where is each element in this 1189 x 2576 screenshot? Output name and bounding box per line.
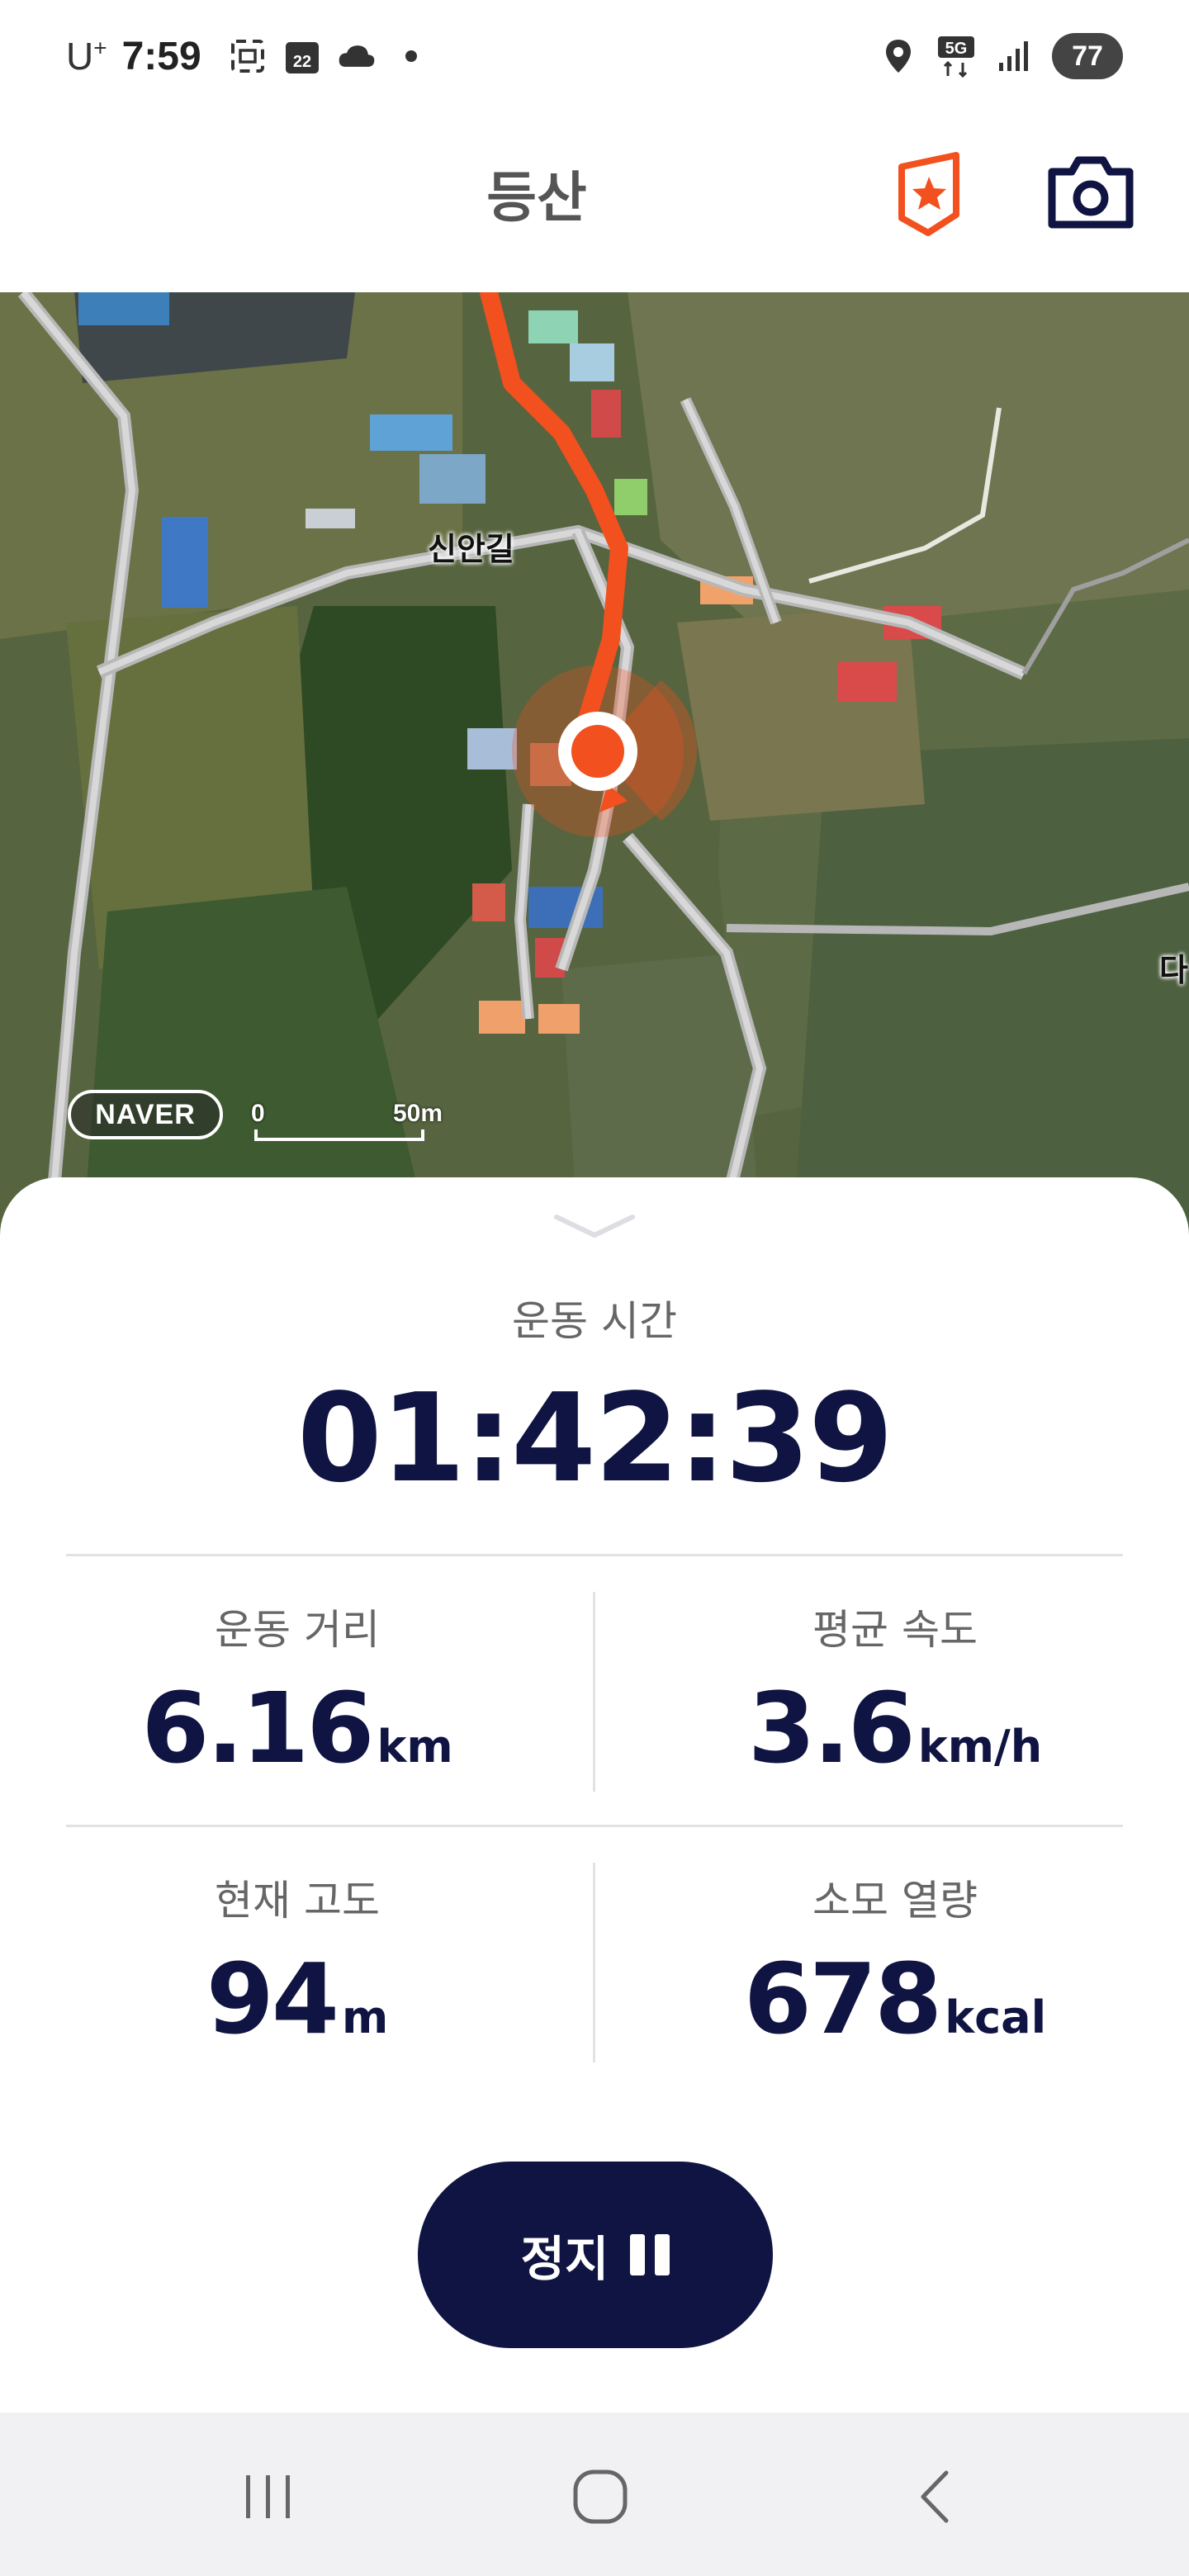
calendar-icon: 22 xyxy=(282,36,322,76)
stop-button[interactable]: 정지 xyxy=(418,2162,773,2348)
status-time: 7:59 xyxy=(121,34,201,78)
home-icon[interactable] xyxy=(555,2462,646,2531)
svg-text:5G: 5G xyxy=(945,40,968,58)
stat-altitude: 현재 고도 94 m xyxy=(33,1868,561,2048)
naver-logo: NAVER xyxy=(68,1090,223,1139)
map-edge-label: 다 xyxy=(1159,952,1188,988)
divider xyxy=(593,1863,595,2062)
stat-calories: 소모 열량 678 kcal xyxy=(631,1868,1159,2048)
status-bar-right: 5G 77 xyxy=(879,30,1123,83)
stat-value: 6.16 km xyxy=(141,1671,453,1785)
sheet-handle-chevron-down-icon[interactable] xyxy=(552,1210,637,1243)
stat-unit: km xyxy=(377,1721,453,1773)
workout-time-label: 운동 시간 xyxy=(512,1297,677,1345)
location-icon xyxy=(879,36,918,76)
5g-icon: 5G xyxy=(936,36,976,78)
stat-unit: kcal xyxy=(945,1991,1047,2043)
recent-apps-icon[interactable] xyxy=(223,2462,314,2531)
badge-star-icon[interactable] xyxy=(893,152,973,239)
dot-icon xyxy=(391,36,431,76)
scale-distance-label: 50m xyxy=(393,1100,443,1127)
stat-label: 평균 속도 xyxy=(812,1606,978,1654)
stat-value: 678 kcal xyxy=(743,1942,1047,2056)
scale-zero-label: 0 xyxy=(251,1100,265,1127)
carrier-label: U+ xyxy=(66,35,107,78)
stat-average-speed: 평균 속도 3.6 km/h xyxy=(631,1597,1159,1777)
back-icon[interactable] xyxy=(888,2462,979,2531)
divider xyxy=(66,1554,1123,1556)
camera-icon[interactable] xyxy=(1047,155,1135,230)
stat-label: 현재 고도 xyxy=(215,1877,380,1925)
divider xyxy=(66,1825,1123,1827)
app-header: 등산 xyxy=(0,116,1189,292)
stat-label: 소모 열량 xyxy=(812,1877,978,1925)
map-scale-bar: 0 50m xyxy=(248,1100,443,1141)
signal-icon xyxy=(994,36,1034,76)
map-road-label: 신안길 xyxy=(428,531,514,567)
scale-line xyxy=(254,1129,424,1141)
battery-indicator: 77 xyxy=(1052,33,1123,79)
pause-icon xyxy=(630,2234,670,2275)
stat-value: 94 m xyxy=(206,1942,389,2056)
stat-label: 운동 거리 xyxy=(215,1606,380,1654)
map-view[interactable]: 신안길 다 NAVER 0 50m xyxy=(0,292,1189,1238)
status-bar: U+ 7:59 22 5G 77 xyxy=(0,0,1189,116)
cloud-icon xyxy=(337,36,377,76)
divider xyxy=(593,1592,595,1792)
stat-unit: m xyxy=(341,1991,389,2043)
workout-stats-sheet: 운동 시간 01:42:39 운동 거리 6.16 km 평균 속도 3.6 km/… xyxy=(0,1177,1189,2413)
screenshot-icon xyxy=(228,36,268,76)
stat-value: 3.6 km/h xyxy=(747,1671,1043,1785)
system-nav-bar xyxy=(0,2413,1189,2576)
calendar-day: 22 xyxy=(293,53,311,71)
status-bar-left: U+ 7:59 22 xyxy=(66,30,431,83)
stat-distance: 운동 거리 6.16 km xyxy=(33,1597,561,1777)
stat-unit: km/h xyxy=(917,1721,1043,1773)
workout-time-value: 01:42:39 xyxy=(296,1367,893,1509)
stop-button-label: 정지 xyxy=(520,2231,609,2287)
